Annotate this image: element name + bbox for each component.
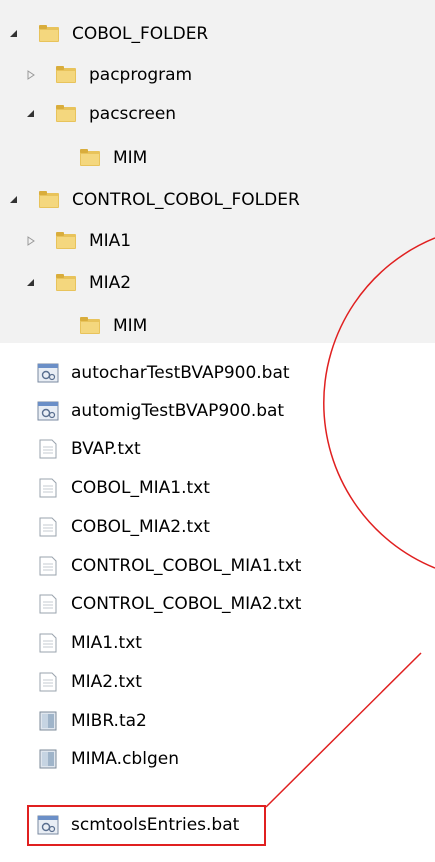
- folder-icon: [79, 148, 101, 168]
- tree-row-pacscreen[interactable]: pacscreen: [27, 101, 177, 127]
- text-file-icon: [37, 439, 59, 459]
- file-row[interactable]: CONTROL_COBOL_MIA2.txt: [37, 591, 301, 617]
- collapsed-arrow-icon[interactable]: [25, 69, 37, 81]
- tree-item-label: COBOL_FOLDER: [72, 24, 209, 44]
- file-label: MIA2.txt: [71, 672, 142, 692]
- tree-item-label: MIM: [113, 316, 148, 336]
- tree-row-mim[interactable]: MIM: [79, 313, 147, 339]
- file-row[interactable]: automigTestBVAP900.bat: [37, 398, 284, 424]
- expanded-arrow-icon[interactable]: [8, 194, 20, 206]
- folder-icon: [55, 273, 77, 293]
- folder-icon: [38, 190, 60, 210]
- folder-icon: [38, 24, 60, 44]
- text-file-icon: [37, 478, 59, 498]
- file-row[interactable]: BVAP.txt: [37, 436, 141, 462]
- text-file-icon: [37, 517, 59, 537]
- file-row[interactable]: MIBR.ta2: [37, 708, 147, 734]
- file-label: MIA1.txt: [71, 633, 142, 653]
- annotation-connector-line: [265, 652, 422, 808]
- file-label: BVAP.txt: [71, 439, 141, 459]
- file-row[interactable]: MIA2.txt: [37, 669, 142, 695]
- file-row[interactable]: autocharTestBVAP900.bat: [37, 360, 290, 386]
- file-label: automigTestBVAP900.bat: [71, 401, 285, 421]
- tree-item-label: MIA2: [89, 273, 132, 293]
- text-file-icon: [37, 594, 59, 614]
- folder-icon: [55, 65, 77, 85]
- tree-item-label: pacscreen: [89, 104, 177, 124]
- generic-file-icon: [37, 711, 59, 731]
- file-label: COBOL_MIA1.txt: [71, 478, 210, 498]
- file-row[interactable]: COBOL_MIA2.txt: [37, 514, 210, 540]
- generic-file-icon: [37, 749, 59, 769]
- tree-item-label: pacprogram: [89, 65, 193, 85]
- tree-item-label: CONTROL_COBOL_FOLDER: [72, 190, 300, 210]
- file-row[interactable]: MIA1.txt: [37, 630, 142, 656]
- folder-icon: [55, 104, 77, 124]
- tree-row-control-cobol-folder[interactable]: CONTROL_COBOL_FOLDER: [10, 187, 300, 213]
- tree-item-label: MIA1: [89, 231, 132, 251]
- tree-row-mim[interactable]: MIM: [79, 145, 147, 171]
- file-label: CONTROL_COBOL_MIA2.txt: [71, 594, 302, 614]
- file-label: autocharTestBVAP900.bat: [71, 363, 290, 383]
- highlight-box: [27, 805, 266, 846]
- tree-row-cobol-folder[interactable]: COBOL_FOLDER: [10, 21, 209, 47]
- file-label: COBOL_MIA2.txt: [71, 517, 210, 537]
- expanded-arrow-icon[interactable]: [8, 28, 20, 40]
- folder-icon: [79, 316, 101, 336]
- file-label: MIBR.ta2: [71, 711, 147, 731]
- file-label: MIMA.cblgen: [71, 749, 179, 769]
- expanded-arrow-icon[interactable]: [25, 277, 37, 289]
- tree-row-pacprogram[interactable]: pacprogram: [27, 62, 193, 88]
- file-row[interactable]: COBOL_MIA1.txt: [37, 475, 210, 501]
- text-file-icon: [37, 633, 59, 653]
- file-row[interactable]: CONTROL_COBOL_MIA1.txt: [37, 553, 301, 579]
- text-file-icon: [37, 556, 59, 576]
- expanded-arrow-icon[interactable]: [25, 108, 37, 120]
- file-row[interactable]: MIMA.cblgen: [37, 746, 179, 772]
- batch-file-icon: [37, 401, 59, 421]
- batch-file-icon: [37, 363, 59, 383]
- text-file-icon: [37, 672, 59, 692]
- tree-item-label: MIM: [113, 148, 148, 168]
- collapsed-arrow-icon[interactable]: [25, 235, 37, 247]
- folder-icon: [55, 231, 77, 251]
- tree-row-mia2[interactable]: MIA2: [27, 270, 132, 296]
- tree-row-mia1[interactable]: MIA1: [27, 228, 132, 254]
- file-label: CONTROL_COBOL_MIA1.txt: [71, 556, 302, 576]
